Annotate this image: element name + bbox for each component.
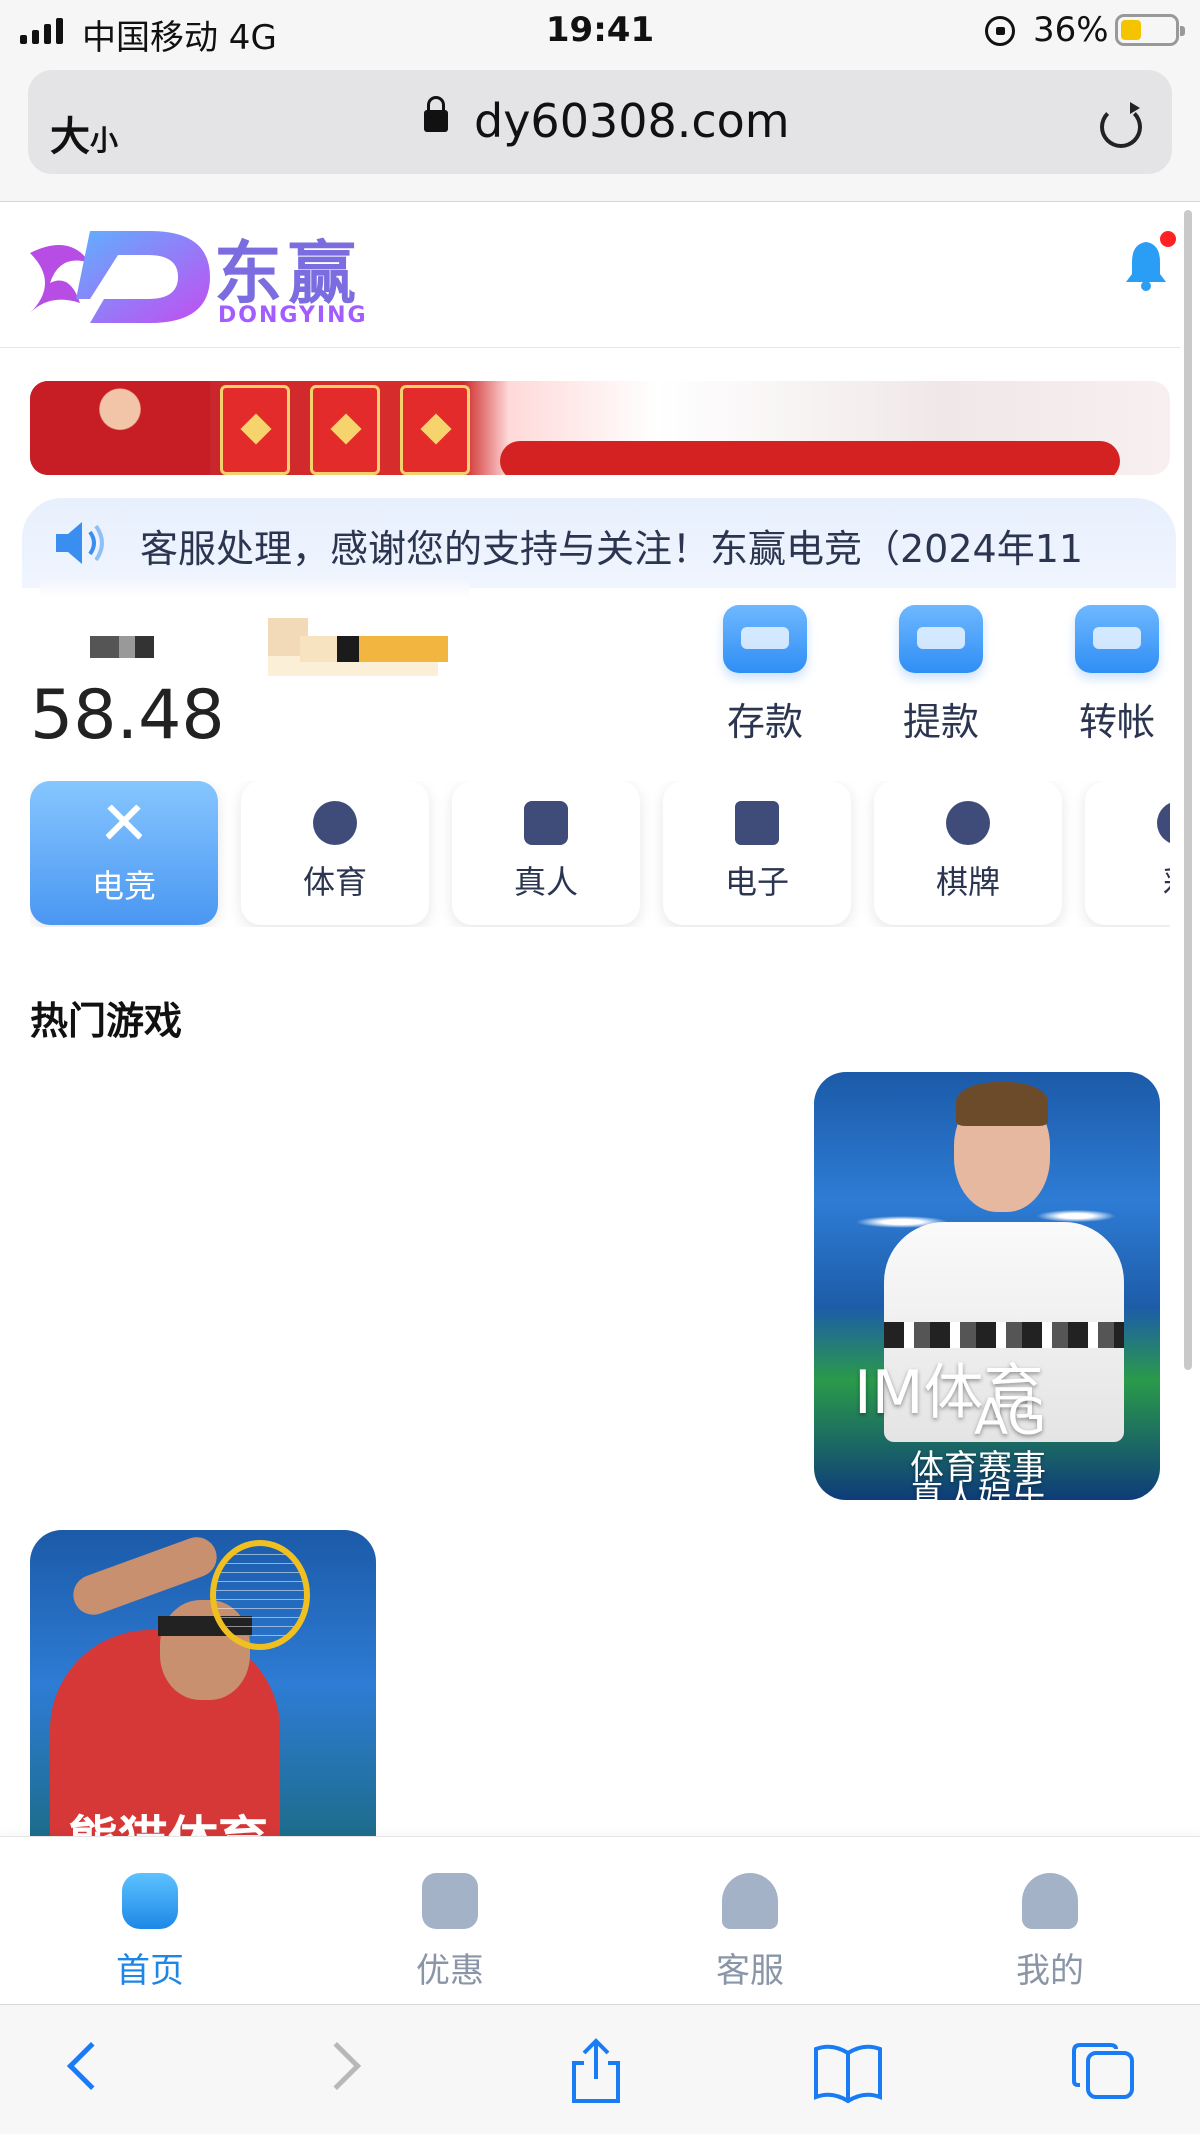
tab-support[interactable]: 客服 [650,1837,850,2005]
transfer-button[interactable]: 转帐 [1067,605,1167,746]
safari-toolbar [0,2004,1200,2134]
address-bar[interactable]: 大小 dy60308.com [28,70,1172,174]
category-label: 彩 [1085,857,1170,903]
withdraw-label: 提款 [902,700,979,744]
status-bar: 中国移动 4G 19:41 36% [0,0,1200,60]
logo-icon [30,231,210,323]
transfer-label: 转帐 [1078,700,1155,744]
notice-shadow [40,576,470,598]
envelope-icon [310,385,380,475]
slot-machine-icon [735,801,779,845]
category-label: 真人 [513,863,578,901]
category-lottery[interactable]: 彩 [1085,781,1170,925]
crossed-swords-icon [103,802,145,842]
game-card-subtitle: 真人娱乐 [910,1478,1046,1500]
lock-icon [424,96,448,132]
tab-profile[interactable]: 我的 [950,1837,1150,2005]
banner-ribbon [500,441,1120,475]
chevron-left-icon [66,2041,116,2091]
envelope-icon [220,385,290,475]
bookmarks-icon[interactable] [812,2037,884,2107]
promo-banner[interactable] [30,381,1170,475]
reload-icon[interactable] [1100,102,1142,148]
text-size-button[interactable]: 大小 [50,104,118,162]
category-label: 电竞 [91,867,156,905]
orientation-lock-icon [985,16,1015,46]
category-label: 棋牌 [935,863,1000,901]
headset-icon [722,1873,778,1929]
site-header: 东赢 DONGYING [0,203,1180,348]
forward-button[interactable] [308,2037,380,2107]
clock: 19:41 [545,10,655,50]
notification-dot [1160,231,1176,247]
tab-label: 我的 [1016,1951,1084,1991]
balance-amount: 58.48 [30,676,225,755]
lottery-icon [1157,801,1170,845]
battery-icon [1115,14,1185,46]
speaker-icon [56,522,104,564]
soccer-ball-icon [313,801,357,845]
category-label: 电子 [724,863,789,901]
notice-bar[interactable]: 客服处理，感谢您的支持与关注！东赢电竞（2024年11 [22,498,1176,588]
user-icon [1022,1873,1078,1929]
tab-label: 优惠 [416,1951,484,1991]
deposit-label: 存款 [726,700,803,744]
text-size-small: 小 [90,124,119,157]
category-sports[interactable]: 体育 [241,781,429,925]
gift-icon [422,1873,478,1929]
logo-text-en: DONGYING [218,303,368,328]
home-icon [122,1873,178,1929]
text-size-large: 大 [50,114,90,160]
browser-toolbar: 大小 dy60308.com [0,60,1200,202]
share-icon[interactable] [560,2037,632,2107]
category-slots[interactable]: 电子 [663,781,851,925]
category-cards[interactable]: 棋牌 [874,781,1062,925]
club-suit-icon [946,801,990,845]
deposit-button[interactable]: 存款 [715,605,815,746]
section-title: 热门游戏 [30,999,183,1043]
tab-label: 客服 [716,1951,784,1991]
bottom-tab-bar: 首页 优惠 客服 我的 [0,1836,1200,2004]
tab-label: 首页 [116,1951,184,1991]
transfer-icon [1075,605,1159,673]
tab-promotions[interactable]: 优惠 [350,1837,550,2005]
category-live-casino[interactable]: 真人 [452,781,640,925]
chevron-right-icon [312,2041,362,2091]
tabs-icon[interactable] [1068,2037,1140,2107]
masked-vip-badge [300,636,448,662]
tennis-racket-image [210,1540,310,1650]
bell-icon[interactable] [1124,238,1168,292]
tab-home[interactable]: 首页 [50,1837,250,2005]
envelope-icon [400,385,470,475]
category-label: 体育 [302,863,367,901]
game-card-title: 熊猫体育 [68,1811,268,1840]
battery-percent: 36% [1033,10,1109,50]
withdraw-icon [899,605,983,673]
player-image [956,1082,1048,1126]
notice-text: 客服处理，感谢您的支持与关注！东赢电竞（2024年11 [140,527,1084,571]
scrollbar[interactable] [1184,210,1192,1370]
game-card-panda-sports[interactable]: 熊猫体育 [30,1530,376,1840]
url-text[interactable]: dy60308.com [474,94,790,148]
masked-username [90,636,154,658]
game-card-im-sports[interactable]: IM体育 AG 体育赛事 真人娱乐 [814,1072,1160,1500]
category-strip[interactable]: 电竞 体育 真人 电子 棋牌 彩 [30,781,1170,927]
withdraw-button[interactable]: 提款 [891,605,991,746]
back-button[interactable] [52,2037,124,2107]
banner-image [30,381,210,475]
dice-icon [524,801,568,845]
game-card-overlay: AG [974,1388,1047,1446]
category-esports[interactable]: 电竞 [30,781,218,925]
deposit-icon [723,605,807,673]
